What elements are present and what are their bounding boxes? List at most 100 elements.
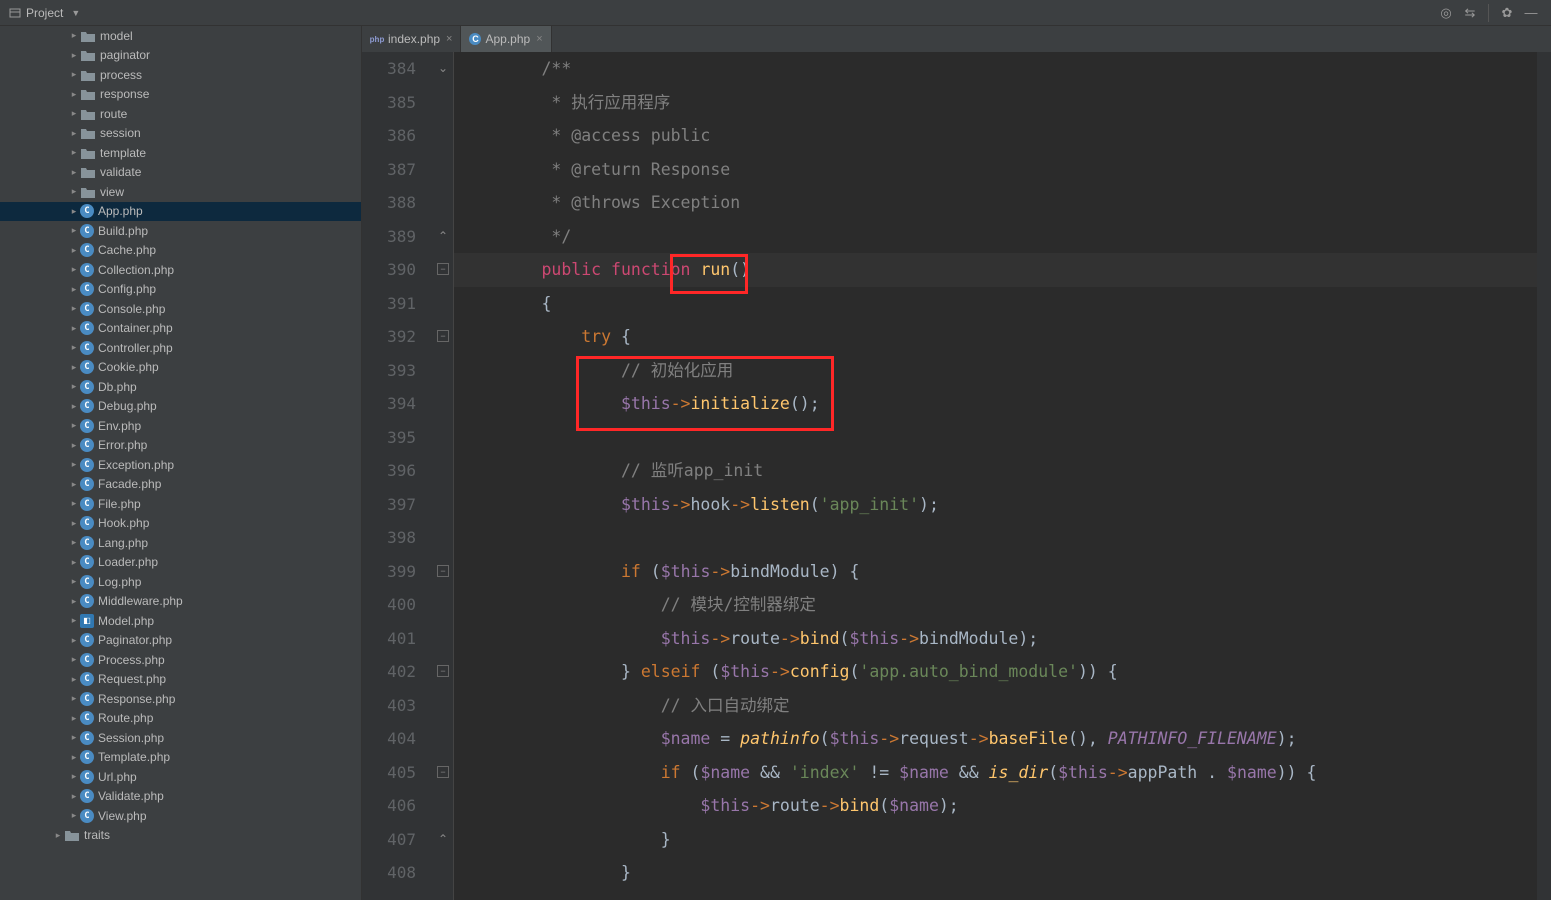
tree-item[interactable]: ▸CRequest.php: [0, 670, 361, 690]
code-line[interactable]: [454, 421, 1537, 455]
chevron-right-icon[interactable]: ▸: [68, 498, 80, 509]
chevron-right-icon[interactable]: ▸: [68, 50, 80, 61]
chevron-right-icon[interactable]: ▸: [68, 674, 80, 685]
fold-marker-icon[interactable]: −: [437, 766, 449, 778]
code-line[interactable]: public function run(): [454, 253, 1537, 287]
tree-item[interactable]: ▸CProcess.php: [0, 650, 361, 670]
tree-item[interactable]: ▸CTemplate.php: [0, 748, 361, 768]
chevron-right-icon[interactable]: ▸: [68, 810, 80, 821]
chevron-right-icon[interactable]: ▸: [68, 635, 80, 646]
code-line[interactable]: }: [454, 856, 1537, 890]
code-line[interactable]: * @throws Exception: [454, 186, 1537, 220]
editor-tab[interactable]: phpindex.php×: [362, 26, 461, 52]
code-line[interactable]: $this->route->bind($name);: [454, 789, 1537, 823]
chevron-right-icon[interactable]: ▸: [68, 615, 80, 626]
chevron-right-icon[interactable]: ▸: [68, 381, 80, 392]
chevron-right-icon[interactable]: ▸: [68, 693, 80, 704]
tree-item[interactable]: ▸CDebug.php: [0, 397, 361, 417]
chevron-right-icon[interactable]: ▸: [68, 245, 80, 256]
tree-item[interactable]: ▸◧Model.php: [0, 611, 361, 631]
tree-item[interactable]: ▸CException.php: [0, 455, 361, 475]
tree-item[interactable]: ▸CValidate.php: [0, 787, 361, 807]
chevron-right-icon[interactable]: ▸: [68, 128, 80, 139]
code-line[interactable]: // 初始化应用: [454, 354, 1537, 388]
fold-marker-icon[interactable]: −: [437, 330, 449, 342]
tree-item[interactable]: ▸CUrl.php: [0, 767, 361, 787]
tree-item[interactable]: ▸CConfig.php: [0, 280, 361, 300]
code-area[interactable]: /** * 执行应用程序 * @access public * @return …: [454, 52, 1537, 900]
code-line[interactable]: * @access public: [454, 119, 1537, 153]
code-line[interactable]: * 执行应用程序: [454, 86, 1537, 120]
tree-item[interactable]: ▸CCache.php: [0, 241, 361, 261]
chevron-right-icon[interactable]: ▸: [68, 264, 80, 275]
chevron-right-icon[interactable]: ▸: [68, 303, 80, 314]
code-line[interactable]: {: [454, 287, 1537, 321]
collapse-icon[interactable]: ⇆: [1460, 3, 1480, 23]
tree-item[interactable]: ▸CApp.php: [0, 202, 361, 222]
tree-item[interactable]: ▸CCollection.php: [0, 260, 361, 280]
chevron-right-icon[interactable]: ▸: [68, 440, 80, 451]
tree-item[interactable]: ▸CBuild.php: [0, 221, 361, 241]
gear-icon[interactable]: ✿: [1497, 3, 1517, 23]
code-line[interactable]: $this->initialize();: [454, 387, 1537, 421]
editor-tab[interactable]: CApp.php×: [461, 26, 551, 52]
code-line[interactable]: $name = pathinfo($this->request->baseFil…: [454, 722, 1537, 756]
fold-marker-icon[interactable]: −: [437, 665, 449, 677]
code-line[interactable]: // 模块/控制器绑定: [454, 588, 1537, 622]
tree-item[interactable]: ▸process: [0, 65, 361, 85]
tree-item[interactable]: ▸CLoader.php: [0, 553, 361, 573]
tree-item[interactable]: ▸CMiddleware.php: [0, 592, 361, 612]
chevron-right-icon[interactable]: ▸: [68, 791, 80, 802]
code-line[interactable]: if ($this->bindModule) {: [454, 555, 1537, 589]
tree-item[interactable]: ▸CLang.php: [0, 533, 361, 553]
tree-item[interactable]: ▸CResponse.php: [0, 689, 361, 709]
chevron-right-icon[interactable]: ▸: [68, 576, 80, 587]
tree-item[interactable]: ▸CDb.php: [0, 377, 361, 397]
tree-item[interactable]: ▸CController.php: [0, 338, 361, 358]
tree-item[interactable]: ▸CFile.php: [0, 494, 361, 514]
chevron-right-icon[interactable]: ▸: [68, 713, 80, 724]
tree-item[interactable]: ▸CFacade.php: [0, 475, 361, 495]
tree-item[interactable]: ▸CSession.php: [0, 728, 361, 748]
fold-marker-icon[interactable]: ⌃: [437, 833, 449, 845]
tree-item[interactable]: ▸session: [0, 124, 361, 144]
chevron-right-icon[interactable]: ▸: [68, 167, 80, 178]
fold-marker-icon[interactable]: ⌃: [437, 230, 449, 242]
chevron-right-icon[interactable]: ▸: [68, 30, 80, 41]
code-line[interactable]: // 监听app_init: [454, 454, 1537, 488]
code-line[interactable]: try {: [454, 320, 1537, 354]
chevron-right-icon[interactable]: ▸: [68, 771, 80, 782]
tree-item[interactable]: ▸traits: [0, 826, 361, 846]
chevron-right-icon[interactable]: ▸: [68, 225, 80, 236]
tree-item[interactable]: ▸CCookie.php: [0, 358, 361, 378]
tree-item[interactable]: ▸CRoute.php: [0, 709, 361, 729]
fold-marker-icon[interactable]: −: [437, 263, 449, 275]
code-line[interactable]: // 入口自动绑定: [454, 689, 1537, 723]
chevron-right-icon[interactable]: ▸: [68, 342, 80, 353]
fold-marker-icon[interactable]: −: [437, 565, 449, 577]
code-line[interactable]: if ($name && 'index' != $name && is_dir(…: [454, 756, 1537, 790]
code-line[interactable]: * @return Response: [454, 153, 1537, 187]
tree-item[interactable]: ▸CLog.php: [0, 572, 361, 592]
project-dropdown[interactable]: Project ▼: [8, 6, 80, 20]
tree-item[interactable]: ▸CContainer.php: [0, 319, 361, 339]
minimize-icon[interactable]: —: [1521, 3, 1541, 23]
chevron-right-icon[interactable]: ▸: [68, 108, 80, 119]
chevron-right-icon[interactable]: ▸: [68, 69, 80, 80]
code-line[interactable]: /**: [454, 52, 1537, 86]
tree-item[interactable]: ▸CHook.php: [0, 514, 361, 534]
chevron-right-icon[interactable]: ▸: [68, 401, 80, 412]
project-tree[interactable]: ▸model▸paginator▸process▸response▸route▸…: [0, 26, 362, 900]
locate-icon[interactable]: ◎: [1436, 3, 1456, 23]
chevron-right-icon[interactable]: ▸: [52, 830, 64, 841]
code-line[interactable]: $this->route->bind($this->bindModule);: [454, 622, 1537, 656]
chevron-right-icon[interactable]: ▸: [68, 459, 80, 470]
chevron-right-icon[interactable]: ▸: [68, 537, 80, 548]
chevron-right-icon[interactable]: ▸: [68, 654, 80, 665]
chevron-right-icon[interactable]: ▸: [68, 284, 80, 295]
chevron-right-icon[interactable]: ▸: [68, 89, 80, 100]
code-line[interactable]: }: [454, 823, 1537, 857]
code-line[interactable]: $this->hook->listen('app_init');: [454, 488, 1537, 522]
tree-item[interactable]: ▸template: [0, 143, 361, 163]
chevron-right-icon[interactable]: ▸: [68, 732, 80, 743]
